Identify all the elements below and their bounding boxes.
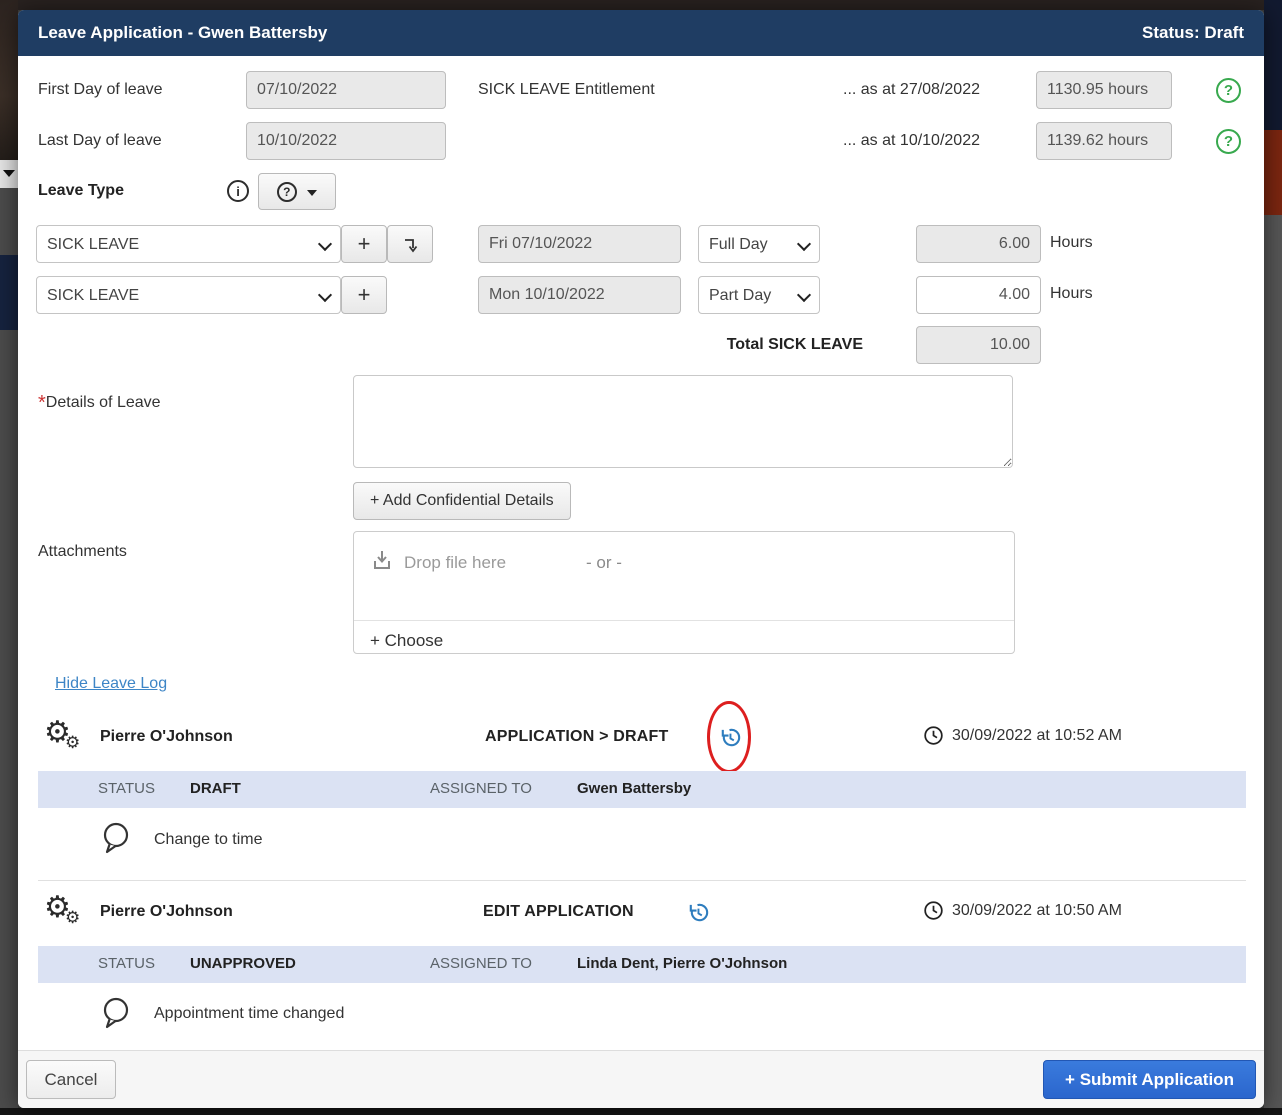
entitlement-help-icon-1[interactable]: ? [1216,129,1241,154]
entitlement-value-1 [1036,122,1172,160]
attachments-label: Attachments [38,543,127,561]
backdrop-right-red-block [1264,130,1282,215]
leave-type-select-0-wrap: SICK LEAVE [36,225,341,263]
backdrop-top-strip [0,0,1282,10]
log-divider [38,880,1246,881]
backdrop-right-navy-block [1264,0,1282,130]
cancel-button[interactable]: Cancel [26,1060,116,1099]
dropzone-divider [354,620,1014,621]
hours-label-1: Hours [1050,285,1093,303]
log-comment-1: Appointment time changed [154,1005,344,1023]
comment-bubble-icon-1 [100,996,132,1030]
hide-leave-log-link[interactable]: Hide Leave Log [55,675,167,693]
details-of-leave-label-row: *Details of Leave [38,392,161,415]
log-action-0: APPLICATION > DRAFT [485,728,669,746]
help-icon: ? [277,182,297,202]
day-part-select-0-wrap: Full Day [698,225,820,263]
entitlement-asat-0: ... as at 27/08/2022 [818,81,980,99]
log-user-1: Pierre O'Johnson [100,903,233,921]
info-icon[interactable]: i [227,180,249,202]
entitlement-asat-1: ... as at 10/10/2022 [818,132,980,150]
leave-type-select-0[interactable]: SICK LEAVE [36,225,341,263]
hours-input-1[interactable] [916,276,1041,314]
first-day-label: First Day of leave [38,81,162,99]
fill-down-icon [401,236,419,254]
assigned-label-0: ASSIGNED TO [430,780,532,797]
dialog-title: Leave Application - Gwen Battersby [38,23,327,43]
status-value-0: DRAFT [190,780,241,797]
day-part-select-1[interactable]: Part Day [698,276,820,314]
assigned-label-1: ASSIGNED TO [430,955,532,972]
comment-bubble-icon-0 [100,821,132,855]
log-timestamp-1: 30/09/2022 at 10:50 AM [923,900,1122,921]
last-day-input [246,122,446,160]
fill-down-button[interactable] [387,225,433,263]
total-sick-leave-label: Total SICK LEAVE [678,336,863,354]
day-part-select-1-wrap: Part Day [698,276,820,314]
add-confidential-details-button[interactable]: + Add Confidential Details [353,482,571,520]
dialog-footer: Cancel + Submit Application [18,1050,1264,1108]
leave-date-1 [478,276,681,314]
details-of-leave-textarea[interactable] [353,375,1013,468]
history-icon-0[interactable] [718,726,741,749]
status-label-1: STATUS [98,955,155,972]
status-value-1: UNAPPROVED [190,955,296,972]
entitlement-help-icon-0[interactable]: ? [1216,78,1241,103]
backdrop-bottom-strip [0,1108,1282,1115]
log-timestamp-0: 30/09/2022 at 10:52 AM [923,725,1122,746]
log-user-0: Pierre O'Johnson [100,728,233,746]
backdrop-left-navy-block [0,255,18,330]
system-gears-icon: ⚙ ⚙ [44,720,84,760]
day-part-select-0[interactable]: Full Day [698,225,820,263]
log-action-1: EDIT APPLICATION [483,903,634,921]
assigned-value-1: Linda Dent, Pierre O'Johnson [577,955,787,972]
leave-type-help-dropdown[interactable]: ? [258,173,336,210]
add-leave-row-button-0[interactable]: + [341,225,387,263]
hours-label-0: Hours [1050,234,1093,252]
add-leave-row-button-1[interactable]: + [341,276,387,314]
history-icon-1[interactable] [686,901,709,924]
drop-file-text: Drop file here [404,553,506,573]
caret-down-icon [307,190,317,196]
leave-type-select-1-wrap: SICK LEAVE [36,276,341,314]
entitlement-value-0 [1036,71,1172,109]
leave-application-dialog: Leave Application - Gwen Battersby Statu… [18,10,1264,1108]
log-status-row-1: STATUS UNAPPROVED ASSIGNED TO Linda Dent… [38,946,1246,983]
first-day-input [246,71,446,109]
clock-icon-1 [923,900,944,921]
leave-type-label: Leave Type [38,182,124,200]
entitlement-title: SICK LEAVE Entitlement [478,81,655,99]
status-label-0: STATUS [98,780,155,797]
details-of-leave-label: Details of Leave [46,394,161,411]
leave-date-0 [478,225,681,263]
system-gears-icon-2: ⚙ ⚙ [44,895,84,935]
backdrop-caret-icon [3,170,15,177]
attachments-dropzone[interactable]: Drop file here - or - + Choose [353,531,1015,654]
log-status-row-0: STATUS DRAFT ASSIGNED TO Gwen Battersby [38,771,1246,808]
dialog-header: Leave Application - Gwen Battersby Statu… [18,10,1264,56]
clock-icon-0 [923,725,944,746]
required-asterisk: * [38,392,46,414]
assigned-value-0: Gwen Battersby [577,780,691,797]
drop-or-text: - or - [586,553,622,573]
status-badge: Status: Draft [1142,23,1244,43]
log-comment-0: Change to time [154,831,263,849]
submit-application-button[interactable]: + Submit Application [1043,1060,1256,1099]
leave-type-select-1[interactable]: SICK LEAVE [36,276,341,314]
backdrop-photo-fragment [0,0,18,160]
choose-file-button[interactable]: + Choose [370,631,443,651]
total-sick-leave-value [916,326,1041,364]
drop-file-icon [370,548,394,572]
last-day-label: Last Day of leave [38,132,162,150]
hours-input-0 [916,225,1041,263]
